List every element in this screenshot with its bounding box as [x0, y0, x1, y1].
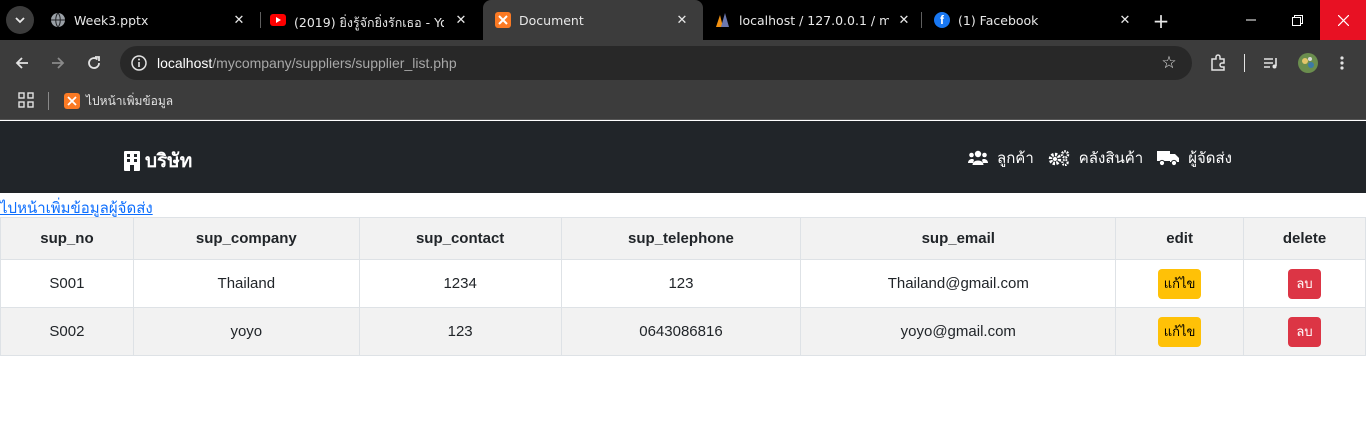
column-header: sup_no	[0, 217, 134, 260]
close-tab-icon[interactable]: ✕	[1116, 11, 1134, 29]
nav-link-label: ลูกค้า	[997, 149, 1034, 167]
tab-title: localhost / 127.0.0.1 / mycom	[739, 13, 889, 28]
cell-sup-no: S002	[0, 307, 134, 356]
chevron-down-icon	[15, 17, 25, 24]
youtube-icon	[270, 14, 286, 26]
url-text[interactable]: localhost/mycompany/suppliers/supplier_l…	[157, 55, 457, 71]
cell-sup-contact: 123	[358, 307, 562, 356]
media-controls-icon[interactable]	[1259, 51, 1283, 75]
apps-grid-icon[interactable]	[18, 92, 34, 108]
browser-toolbar: localhost/mycompany/suppliers/supplier_l…	[0, 40, 1366, 86]
column-header: delete	[1243, 217, 1366, 260]
site-navbar: บริษัท ลูกค้า คลังสินค้า ผู้จัดส่ง	[0, 121, 1366, 193]
column-header: sup_email	[800, 217, 1117, 260]
cell-sup-email: yoyo@gmail.com	[800, 307, 1117, 356]
xampp-icon	[495, 12, 511, 28]
nav-customers-link[interactable]: ลูกค้า	[968, 146, 1034, 170]
site-info-icon[interactable]	[128, 52, 150, 74]
cell-edit: แก้ไข	[1115, 307, 1245, 356]
bookmark-star-icon[interactable]: ☆	[1160, 54, 1178, 72]
tab-title: (2019) ยิ่งรู้จักยิ่งรักเธอ - YouTub	[294, 15, 444, 30]
nav-link-label: ผู้จัดส่ง	[1188, 149, 1232, 167]
column-header: edit	[1115, 217, 1245, 260]
toolbar-divider	[1244, 54, 1245, 72]
truck-icon	[1157, 150, 1180, 166]
tab-title: (1) Facebook	[958, 13, 1039, 28]
cell-sup-no: S001	[0, 259, 134, 308]
tab-search-button[interactable]	[6, 6, 34, 34]
cell-delete: ลบ	[1243, 307, 1366, 356]
cell-sup-company: yoyo	[132, 307, 360, 356]
window-close-button[interactable]	[1320, 0, 1366, 40]
delete-button[interactable]: ลบ	[1288, 268, 1321, 299]
address-bar[interactable]: localhost/mycompany/suppliers/supplier_l…	[120, 46, 1192, 80]
supplier-table: sup_no sup_company sup_contact sup_telep…	[0, 217, 1366, 356]
tab-title: Week3.pptx	[74, 13, 149, 28]
bookmark-divider	[48, 92, 49, 110]
back-arrow-icon	[15, 57, 28, 69]
close-tab-icon[interactable]: ✕	[673, 11, 691, 29]
facebook-icon: f	[934, 12, 950, 28]
reload-icon	[88, 56, 100, 69]
bookmarks-bar: ไปหน้าเพิ่มข้อมูล	[0, 86, 1366, 120]
cell-sup-telephone: 123	[560, 259, 802, 308]
cell-edit: แก้ไข	[1115, 259, 1245, 308]
delete-button[interactable]: ลบ	[1288, 316, 1321, 347]
xampp-icon	[64, 93, 80, 109]
brand-name: บริษัท	[145, 150, 193, 172]
edit-button[interactable]: แก้ไข	[1157, 268, 1202, 299]
back-button[interactable]	[10, 51, 34, 75]
users-icon	[968, 150, 989, 166]
column-header: sup_company	[132, 217, 360, 260]
cell-sup-email: Thailand@gmail.com	[800, 259, 1117, 308]
table-row: S002 yoyo 123 0643086816 yoyo@gmail.com …	[0, 307, 1366, 356]
cell-sup-contact: 1234	[358, 259, 562, 308]
tab-youtube[interactable]: (2019) ยิ่งรู้จักยิ่งรักเธอ - YouTub ✕	[258, 0, 480, 40]
tab-strip: Week3.pptx ✕ (2019) ยิ่งรู้จักยิ่งรักเธอ…	[0, 0, 1366, 40]
edit-button[interactable]: แก้ไข	[1157, 316, 1202, 347]
new-tab-button[interactable]: +	[1150, 9, 1172, 33]
close-tab-icon[interactable]: ✕	[230, 11, 248, 29]
navbar-brand[interactable]: บริษัท	[124, 146, 192, 176]
column-header: sup_telephone	[560, 217, 802, 260]
cell-delete: ลบ	[1243, 259, 1366, 308]
bookmark-item[interactable]: ไปหน้าเพิ่มข้อมูล	[64, 91, 173, 111]
forward-button[interactable]	[46, 51, 70, 75]
url-host: localhost	[157, 55, 213, 71]
nav-link-label: คลังสินค้า	[1078, 149, 1144, 167]
bookmark-label: ไปหน้าเพิ่มข้อมูล	[86, 93, 174, 108]
url-path: /mycompany/suppliers/supplier_list.php	[212, 55, 457, 71]
minimize-button[interactable]	[1228, 0, 1274, 40]
globe-icon	[50, 12, 66, 28]
profile-avatar[interactable]	[1296, 51, 1320, 75]
nav-suppliers-link[interactable]: ผู้จัดส่ง	[1157, 146, 1232, 170]
forward-arrow-icon	[52, 57, 65, 69]
tab-phpmyadmin[interactable]: localhost / 127.0.0.1 / mycom ✕	[703, 0, 921, 40]
tab-week3[interactable]: Week3.pptx ✕	[38, 0, 258, 40]
restore-button[interactable]	[1274, 0, 1320, 40]
column-header: sup_contact	[358, 217, 562, 260]
tab-document[interactable]: Document ✕	[483, 0, 703, 40]
browser-menu-icon[interactable]	[1330, 51, 1354, 75]
nav-inventory-link[interactable]: คลังสินค้า	[1048, 146, 1143, 170]
tab-facebook[interactable]: f (1) Facebook ✕	[922, 0, 1142, 40]
extensions-icon[interactable]	[1206, 51, 1230, 75]
phpmyadmin-icon	[715, 12, 731, 28]
building-icon	[124, 151, 140, 171]
table-header-row: sup_no sup_company sup_contact sup_telep…	[0, 217, 1366, 260]
close-tab-icon[interactable]: ✕	[895, 11, 913, 29]
cell-sup-company: Thailand	[132, 259, 360, 308]
cell-sup-telephone: 0643086816	[560, 307, 802, 356]
table-row: S001 Thailand 1234 123 Thailand@gmail.co…	[0, 259, 1366, 308]
cogs-icon	[1048, 150, 1070, 166]
tab-title: Document	[519, 13, 584, 28]
close-tab-icon[interactable]: ✕	[452, 11, 470, 29]
nav-links: ลูกค้า คลังสินค้า ผู้จัดส่ง	[954, 146, 1232, 170]
reload-button[interactable]	[82, 51, 106, 75]
